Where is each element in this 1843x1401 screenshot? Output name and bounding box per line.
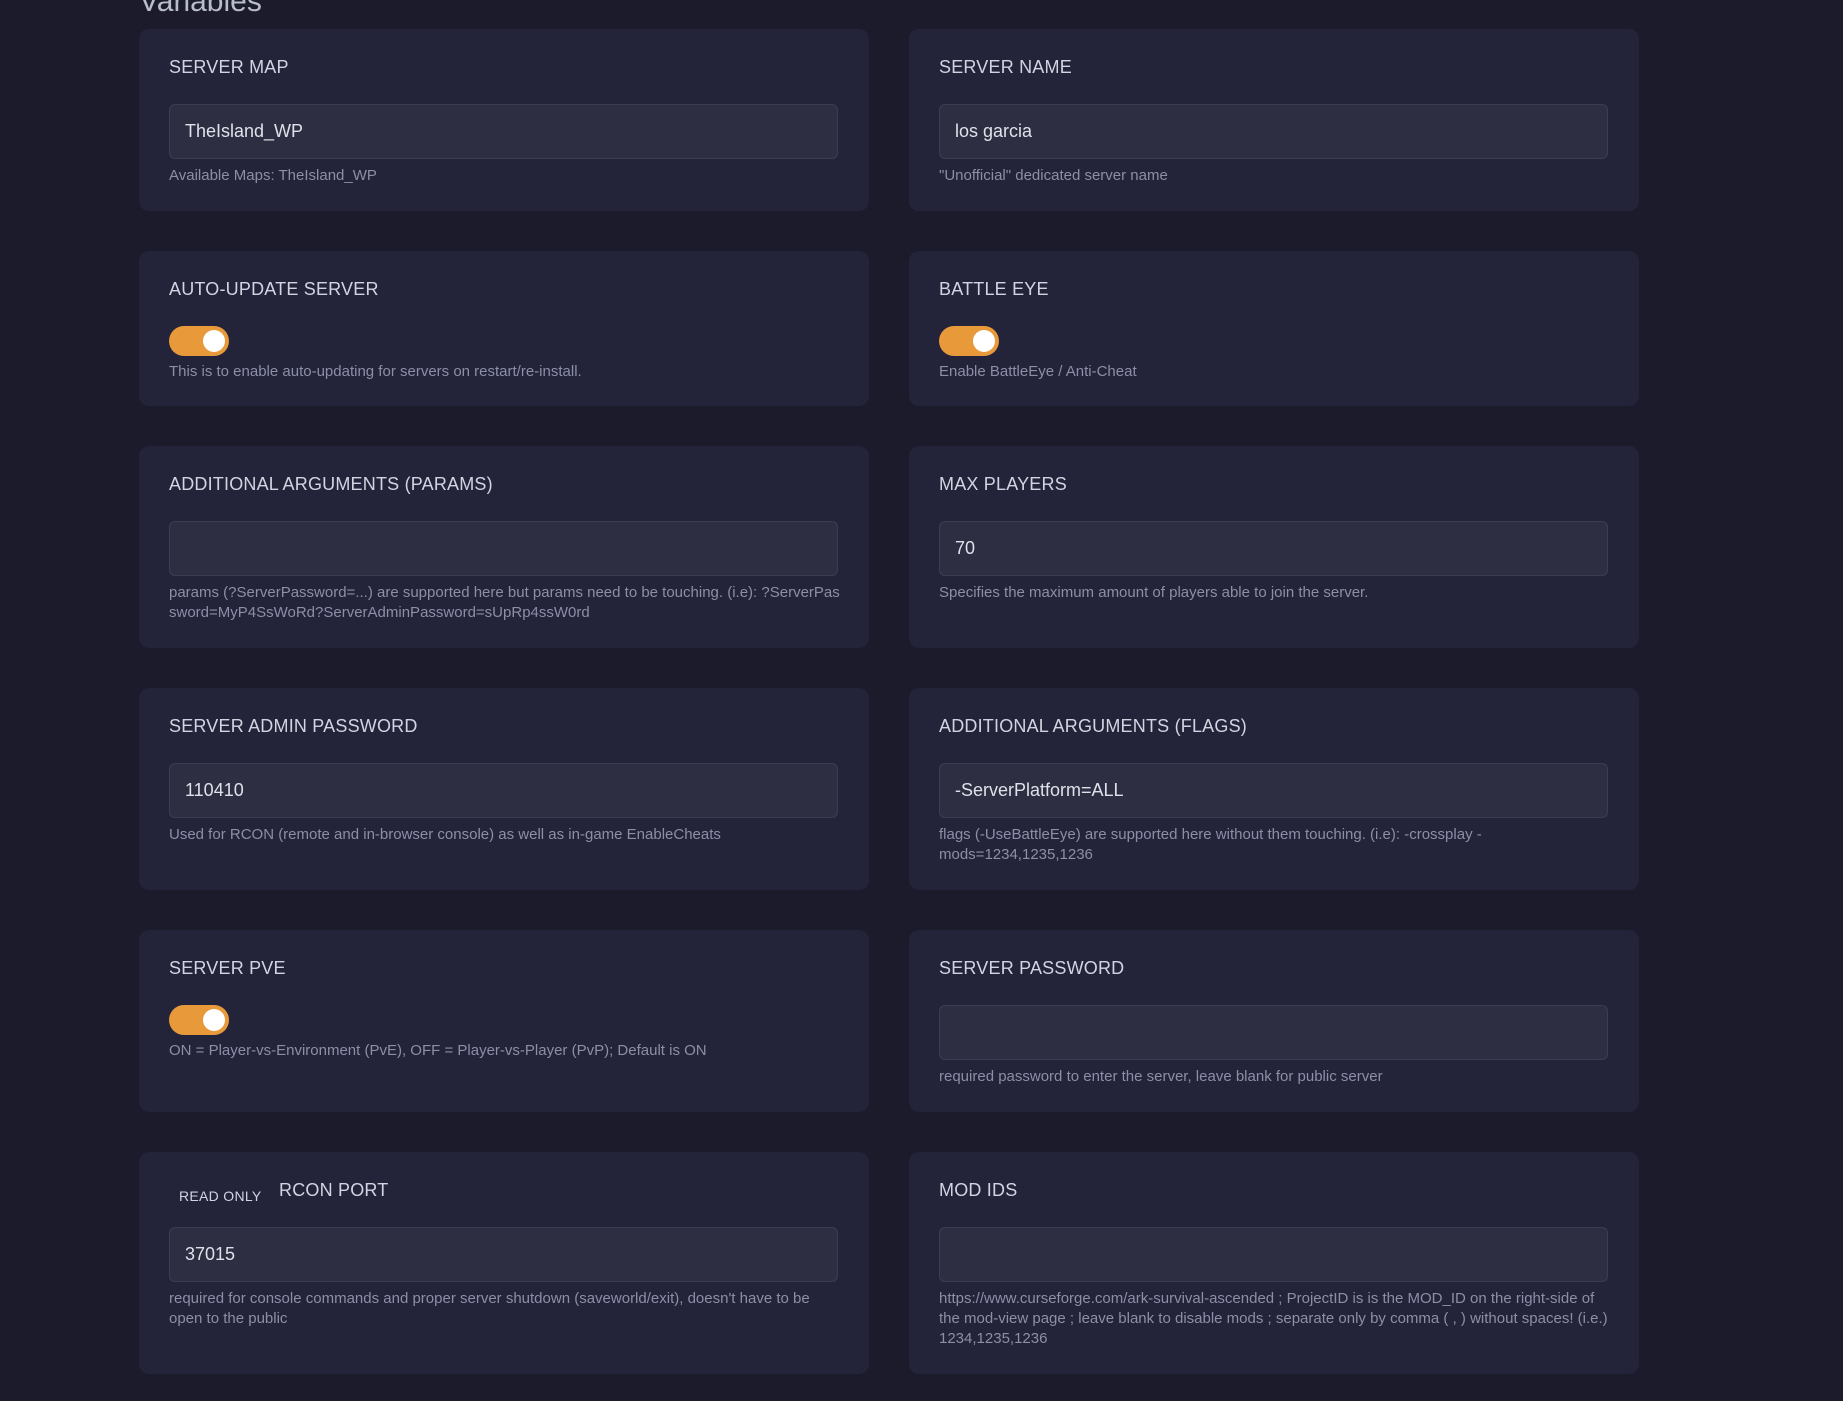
server-pve-help: ON = Player-vs-Environment (PvE), OFF = … <box>169 1042 707 1059</box>
read-only-badge: READ ONLY <box>179 1188 262 1204</box>
additional-params-input[interactable] <box>169 521 838 576</box>
server-password-help: required password to enter the server, l… <box>939 1068 1383 1085</box>
rcon-port-label: RCON PORT <box>279 1180 389 1200</box>
max-players-input[interactable] <box>939 521 1608 576</box>
battle-eye-card: BATTLE EYE Enable BattleEye / Anti-Cheat <box>909 251 1639 406</box>
server-password-label: SERVER PASSWORD <box>939 958 1125 978</box>
server-map-input[interactable] <box>169 104 838 159</box>
server-map-help: Available Maps: TheIsland_WP <box>169 167 377 184</box>
server-map-card: SERVER MAP Available Maps: TheIsland_WP <box>139 29 869 211</box>
admin-password-label: SERVER ADMIN PASSWORD <box>169 716 418 736</box>
server-pve-toggle[interactable] <box>169 1005 229 1035</box>
auto-update-card: AUTO-UPDATE SERVER This is to enable aut… <box>139 251 869 406</box>
server-name-card: SERVER NAME "Unofficial" dedicated serve… <box>909 29 1639 211</box>
admin-password-card: SERVER ADMIN PASSWORD Used for RCON (rem… <box>139 688 869 890</box>
server-password-card: SERVER PASSWORD required password to ent… <box>909 930 1639 1112</box>
additional-flags-card: ADDITIONAL ARGUMENTS (FLAGS) flags (-Use… <box>909 688 1639 890</box>
additional-params-label: ADDITIONAL ARGUMENTS (PARAMS) <box>169 474 493 494</box>
admin-password-help: Used for RCON (remote and in-browser con… <box>169 826 721 843</box>
server-name-input[interactable] <box>939 104 1608 159</box>
mod-ids-card: MOD IDS https://www.curseforge.com/ark-s… <box>909 1152 1639 1374</box>
auto-update-toggle[interactable] <box>169 326 229 356</box>
server-name-label: SERVER NAME <box>939 57 1072 77</box>
max-players-card: MAX PLAYERS Specifies the maximum amount… <box>909 446 1639 648</box>
toggle-knob <box>203 1009 225 1031</box>
server-pve-label: SERVER PVE <box>169 958 286 978</box>
mod-ids-help: https://www.curseforge.com/ark-survival-… <box>939 1290 1608 1347</box>
additional-flags-help: flags (-UseBattleEye) are supported here… <box>939 826 1482 863</box>
mod-ids-label: MOD IDS <box>939 1180 1018 1200</box>
battle-eye-label: BATTLE EYE <box>939 279 1049 299</box>
server-password-input[interactable] <box>939 1005 1608 1060</box>
toggle-knob <box>973 330 995 352</box>
max-players-label: MAX PLAYERS <box>939 474 1067 494</box>
additional-flags-label: ADDITIONAL ARGUMENTS (FLAGS) <box>939 716 1247 736</box>
additional-params-help: params (?ServerPassword=...) are support… <box>169 584 840 621</box>
max-players-help: Specifies the maximum amount of players … <box>939 584 1369 601</box>
auto-update-help: This is to enable auto-updating for serv… <box>169 363 582 380</box>
toggle-knob <box>203 330 225 352</box>
admin-password-input[interactable] <box>169 763 838 818</box>
page-title: Variables <box>139 0 262 18</box>
server-map-label: SERVER MAP <box>169 57 289 77</box>
rcon-port-help: required for console commands and proper… <box>169 1290 810 1327</box>
auto-update-label: AUTO-UPDATE SERVER <box>169 279 379 299</box>
battle-eye-toggle[interactable] <box>939 326 999 356</box>
additional-flags-input[interactable] <box>939 763 1608 818</box>
additional-params-card: ADDITIONAL ARGUMENTS (PARAMS) params (?S… <box>139 446 869 648</box>
server-name-help: "Unofficial" dedicated server name <box>939 167 1168 184</box>
rcon-port-card: READ ONLY RCON PORT required for console… <box>139 1152 869 1374</box>
server-pve-card: SERVER PVE ON = Player-vs-Environment (P… <box>139 930 869 1112</box>
battle-eye-help: Enable BattleEye / Anti-Cheat <box>939 363 1137 380</box>
rcon-port-input[interactable] <box>169 1227 838 1282</box>
mod-ids-input[interactable] <box>939 1227 1608 1282</box>
